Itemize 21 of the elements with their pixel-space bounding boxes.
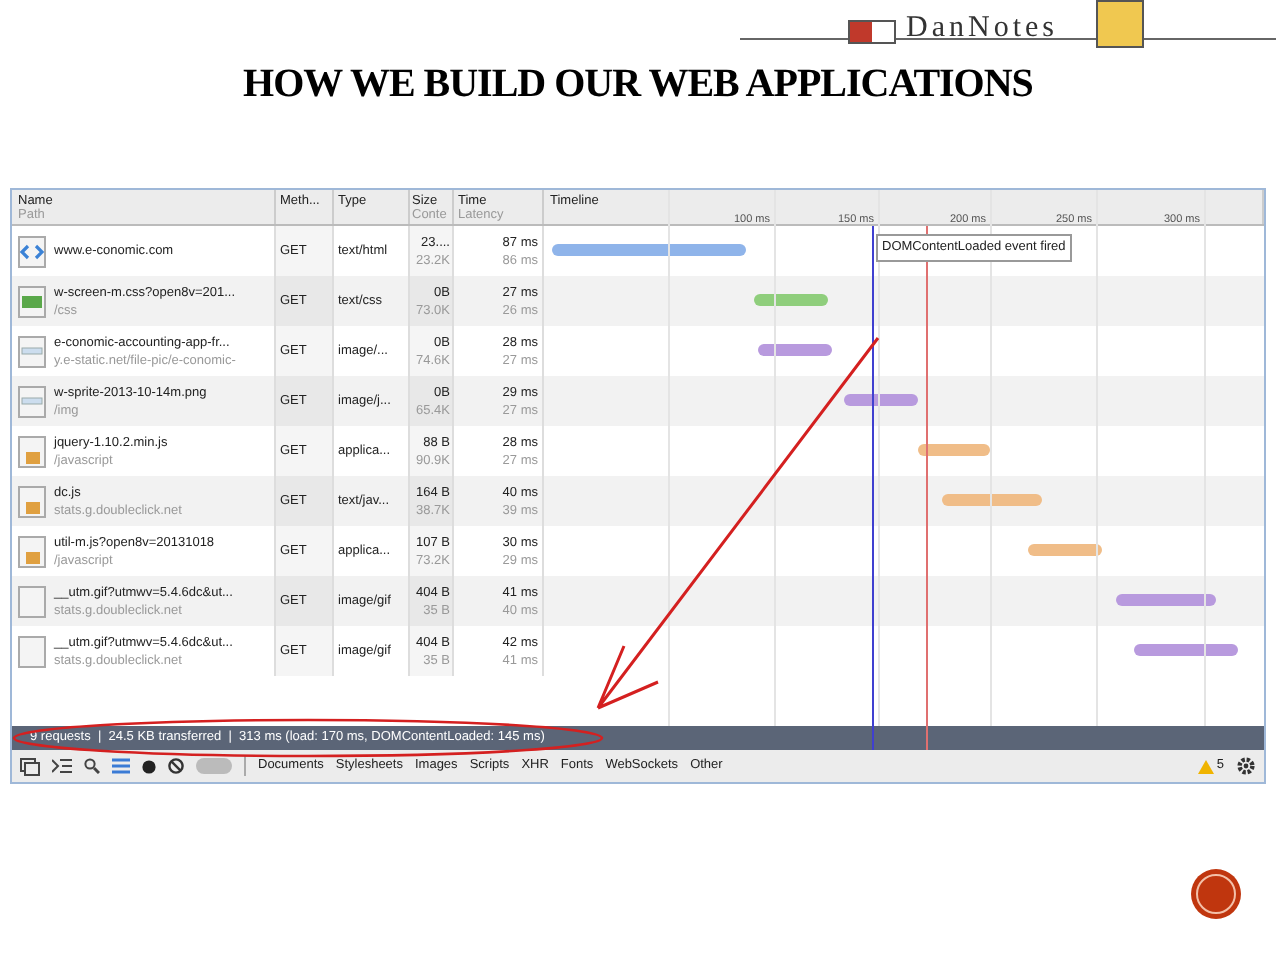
file-icon — [18, 435, 46, 467]
file-icon — [18, 585, 46, 617]
dock-icon[interactable] — [20, 757, 40, 775]
file-icon — [18, 535, 46, 567]
logo-block-icon — [1096, 0, 1144, 48]
clear-icon[interactable] — [168, 758, 184, 774]
file-icon — [18, 335, 46, 367]
file-icon — [18, 235, 46, 267]
file-icon — [18, 635, 46, 667]
slide-title: HOW WE BUILD OUR WEB APPLICATIONS — [243, 60, 1033, 110]
file-icon — [18, 485, 46, 517]
search-icon[interactable] — [84, 758, 100, 774]
settings-icon[interactable] — [1236, 756, 1256, 776]
record-icon[interactable] — [142, 759, 156, 773]
logo-text: DanNotes — [906, 10, 1058, 48]
list-icon[interactable] — [112, 758, 130, 774]
logo-square-icon — [850, 22, 872, 42]
file-icon — [18, 385, 46, 417]
file-icon — [18, 285, 46, 317]
slide-button-icon — [1190, 868, 1242, 920]
console-icon[interactable] — [52, 758, 72, 774]
